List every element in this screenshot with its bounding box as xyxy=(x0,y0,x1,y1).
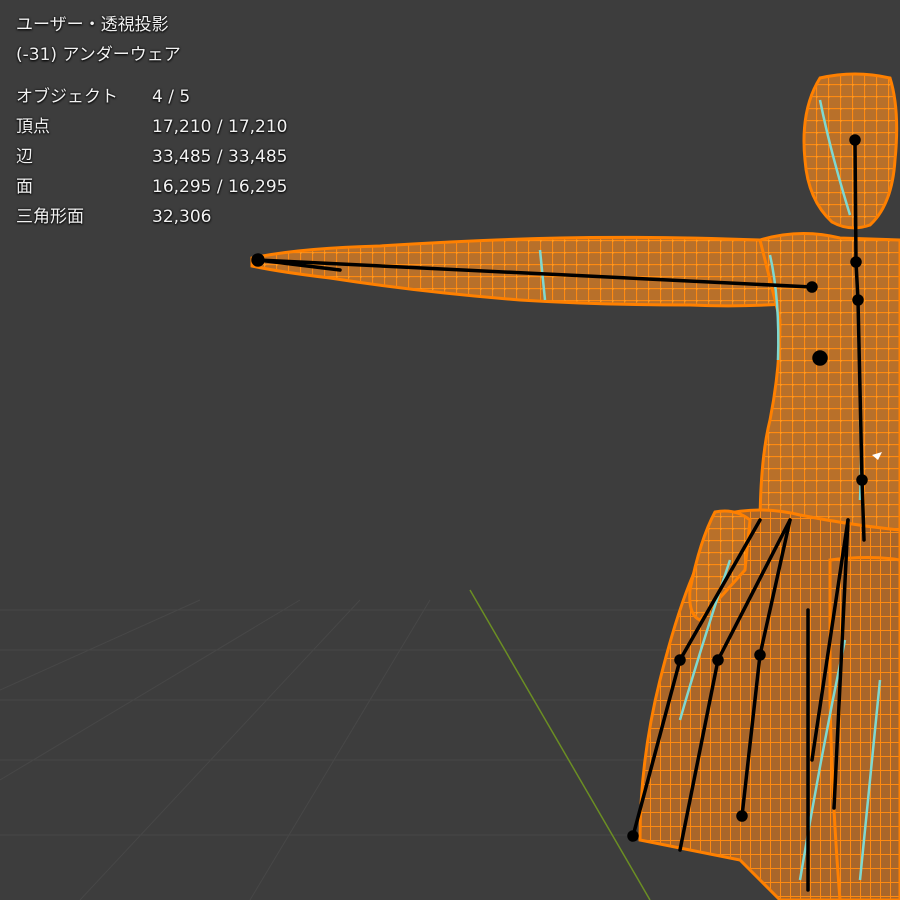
leg-mesh[interactable] xyxy=(828,556,900,900)
y-axis-line xyxy=(469,589,651,900)
3d-viewport[interactable]: ユーザー・透視投影 (-31) アンダーウェア オブジェクト 4 / 5 頂点 … xyxy=(0,0,900,900)
viewport-scene[interactable] xyxy=(0,0,900,900)
character-mesh[interactable] xyxy=(250,72,900,900)
head-mesh[interactable] xyxy=(802,72,899,230)
